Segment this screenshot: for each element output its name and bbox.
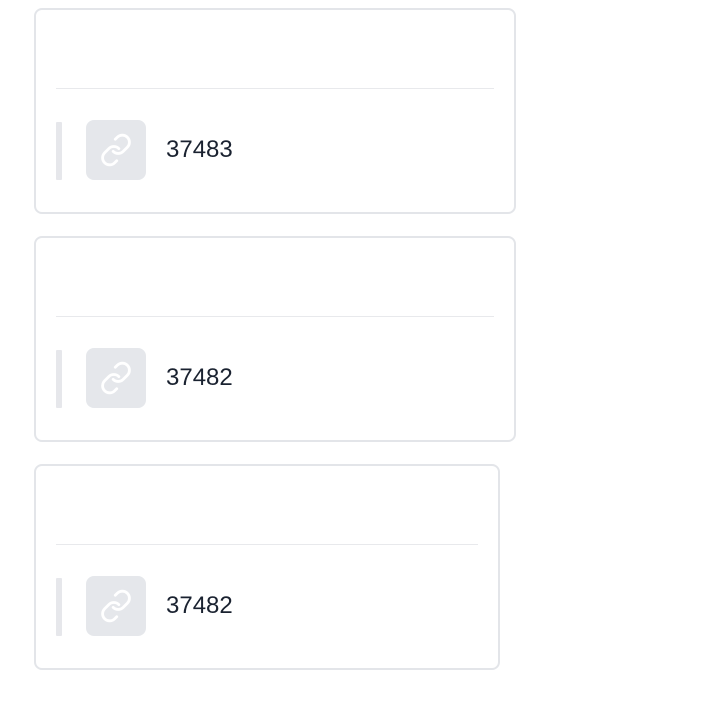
result-card: 37483	[34, 8, 516, 214]
result-card: 37482	[34, 236, 516, 442]
accent-bar	[56, 578, 62, 636]
link-icon[interactable]	[86, 576, 146, 636]
link-icon[interactable]	[86, 348, 146, 408]
divider	[56, 88, 494, 89]
divider	[56, 316, 494, 317]
link-count-row: 37482	[56, 348, 494, 410]
divider	[56, 544, 478, 545]
card-title-link[interactable]	[56, 34, 494, 62]
accent-bar	[56, 350, 62, 408]
result-card: 37482	[34, 464, 500, 670]
card-title-link[interactable]	[56, 490, 478, 518]
card-title-link[interactable]	[56, 262, 494, 290]
link-icon[interactable]	[86, 120, 146, 180]
link-count: 37482	[166, 592, 233, 619]
link-count: 37483	[166, 136, 233, 163]
link-count-row: 37482	[56, 576, 478, 638]
link-count: 37482	[166, 364, 233, 391]
link-count-row: 37483	[56, 120, 494, 182]
result-list: 37483 37482 37482	[0, 0, 704, 710]
accent-bar	[56, 122, 62, 180]
